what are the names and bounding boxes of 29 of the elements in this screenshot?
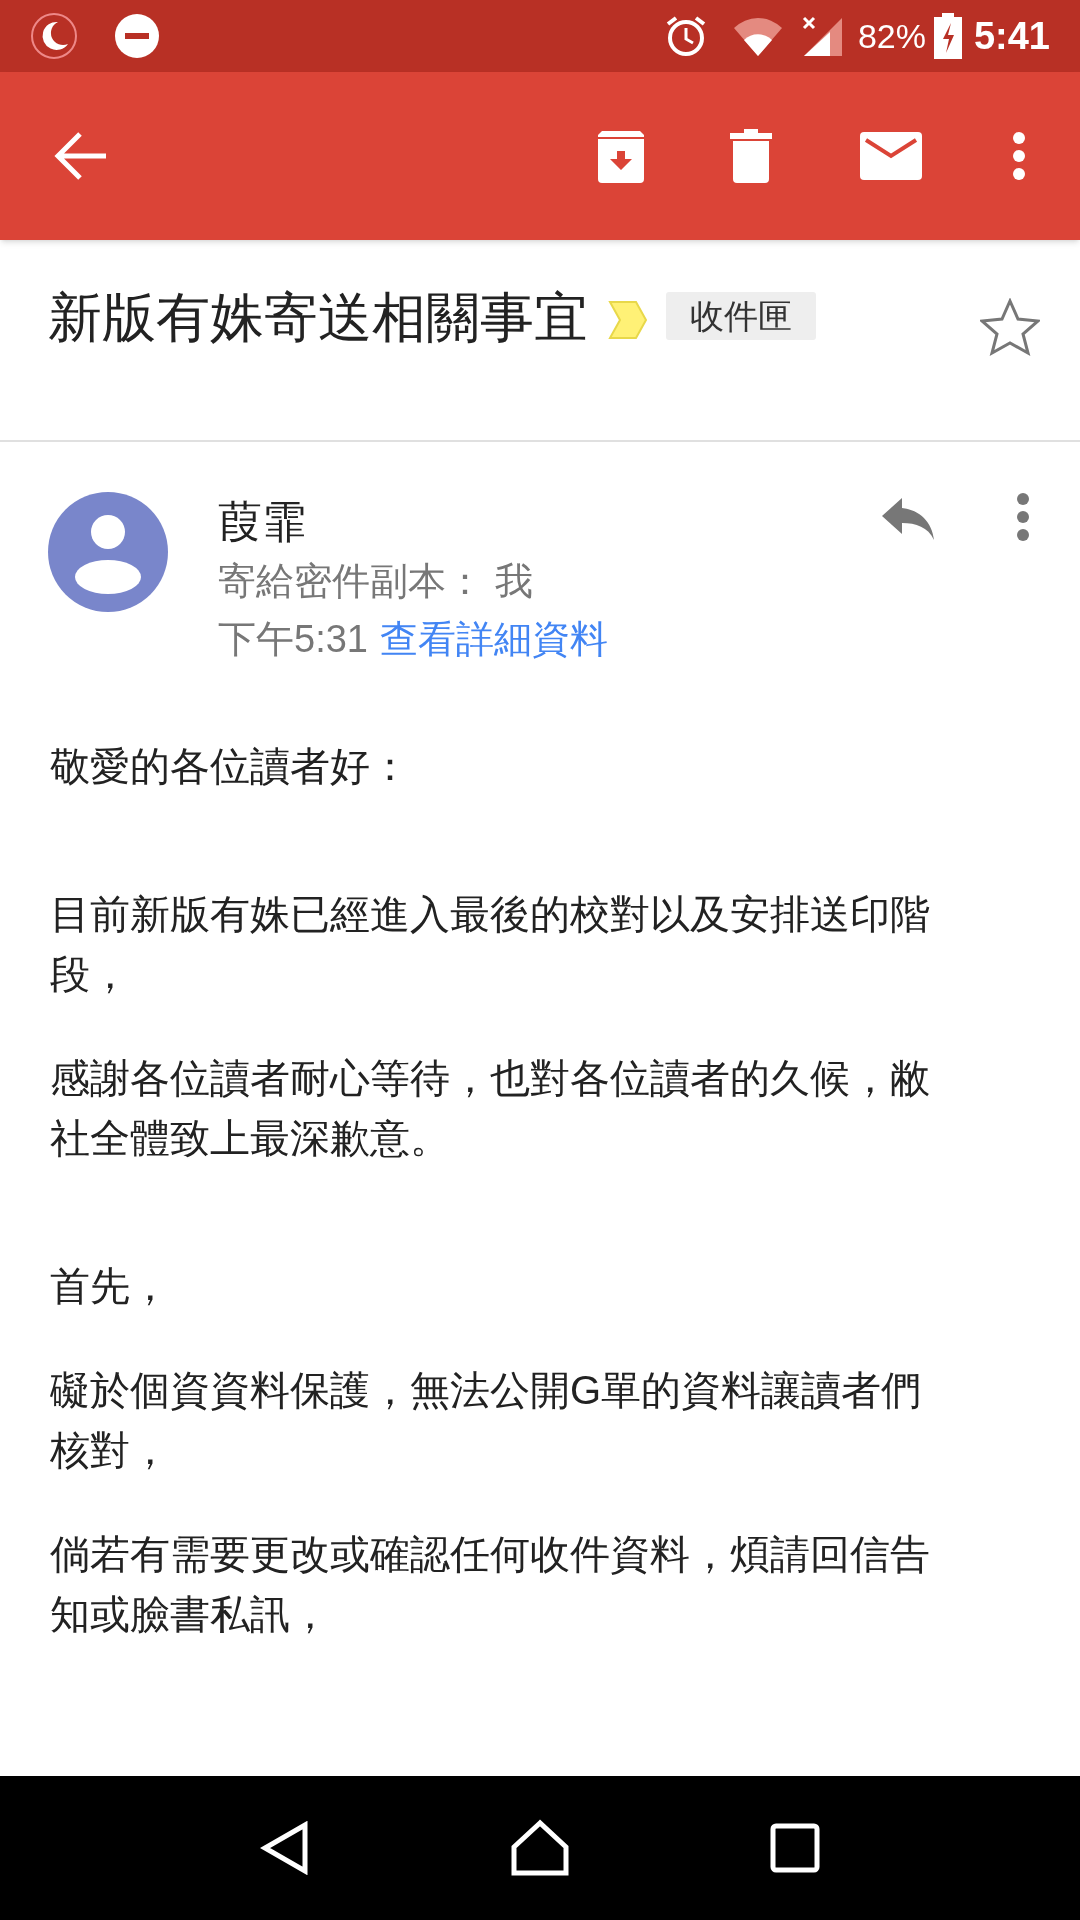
avatar-icon: [48, 492, 168, 612]
envelope-icon[interactable]: [860, 132, 922, 180]
body-paragraph: 首先，: [50, 1263, 171, 1310]
home-nav-icon[interactable]: [510, 1819, 570, 1877]
back-nav-icon[interactable]: [260, 1821, 310, 1875]
trash-icon[interactable]: [730, 129, 772, 183]
clock: 5:41: [973, 13, 1050, 59]
email-subject: 新版有姝寄送相關事宜: [48, 286, 588, 349]
body-paragraph: 倘若有需要更改或確認任何收件資料，煩請回信告知或臉書私訊，: [50, 1531, 931, 1638]
body-paragraph: 敬愛的各位讀者好：: [50, 743, 411, 790]
more-options-icon[interactable]: [1016, 492, 1030, 542]
battery-percent: 82%: [857, 15, 926, 57]
battery-charging-icon: [933, 13, 962, 59]
back-arrow-icon[interactable]: [54, 131, 108, 181]
do-not-disturb-icon: [114, 13, 160, 59]
star-icon[interactable]: [980, 298, 1040, 356]
recents-nav-icon[interactable]: [770, 1823, 820, 1873]
body-paragraph: 感謝各位讀者耐心等待，也對各位讀者的久候，敝社全體致上最深歉意。: [50, 1055, 931, 1162]
reply-icon[interactable]: [880, 496, 936, 542]
importance-marker-icon[interactable]: [608, 300, 648, 340]
label-chip: 收件匣: [666, 292, 816, 340]
sender-name: 葭霏: [218, 496, 307, 548]
moon-icon: [30, 12, 78, 60]
more-icon[interactable]: [1012, 131, 1026, 181]
view-details-link[interactable]: 查看詳細資料: [379, 610, 608, 668]
body-paragraph: 礙於個資資料保護，無法公開G單的資料讓讀者們核對，: [50, 1367, 923, 1474]
sent-time: 下午5:31: [218, 617, 368, 662]
recipients-text: 寄給密件副本： 我: [218, 559, 534, 604]
body-paragraph: 目前新版有姝已經進入最後的校對以及安排送印階段，: [50, 891, 931, 998]
